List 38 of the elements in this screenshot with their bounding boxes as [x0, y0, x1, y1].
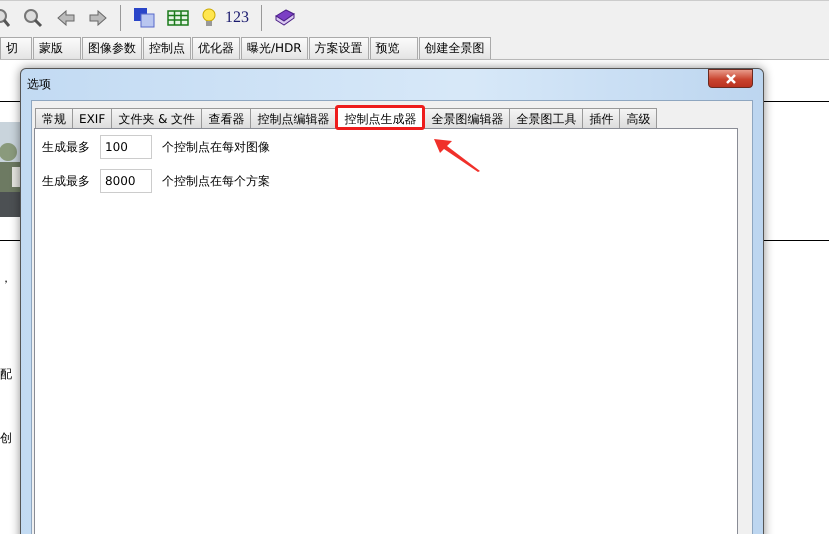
tab[interactable]: 查看器 — [201, 108, 252, 128]
field-label: 生成最多 — [42, 172, 91, 190]
help-book-icon[interactable] — [274, 8, 296, 28]
field-label: 个控制点在每对图像 — [162, 138, 270, 156]
tab[interactable]: 高级 — [619, 108, 658, 128]
text-fragment: 创 — [0, 430, 12, 447]
input-field[interactable]: 8000 — [100, 169, 152, 193]
tab[interactable]: 创建全景图 — [418, 37, 491, 59]
field-label: 生成最多 — [42, 138, 91, 156]
tab[interactable]: 控制点编辑器 — [250, 108, 336, 128]
tab[interactable]: 全景图编辑器 — [424, 108, 510, 128]
annotation-arrow — [432, 137, 482, 173]
field-label: 个控制点在每个方案 — [162, 172, 270, 190]
tab[interactable]: 常规 — [35, 108, 73, 128]
tab[interactable]: 文件夹 & 文件 — [111, 108, 202, 128]
text-fragment: ， — [0, 270, 12, 287]
tab[interactable]: 预览 — [370, 37, 418, 59]
tab[interactable]: 控制点生成器 — [335, 105, 426, 130]
tab[interactable]: 曝光/HDR — [241, 37, 308, 59]
tab[interactable]: EXIF — [72, 108, 112, 128]
counter-button[interactable]: 123 — [225, 9, 249, 27]
tab[interactable]: 方案设置 — [308, 37, 369, 59]
table-icon[interactable] — [167, 10, 189, 26]
tab[interactable]: 插件 — [582, 108, 620, 128]
tab[interactable]: 图像参数 — [82, 37, 142, 59]
tab[interactable]: 控制点 — [143, 37, 191, 59]
tab[interactable]: 切 — [0, 37, 32, 59]
right-arrow-icon[interactable] — [88, 9, 108, 27]
input-field[interactable]: 100 — [100, 135, 152, 159]
tab[interactable]: 蒙版 — [33, 37, 81, 59]
close-icon — [724, 74, 736, 84]
text-fragment: 配 — [0, 366, 12, 383]
close-button[interactable] — [708, 69, 753, 88]
left-arrow-icon[interactable] — [56, 9, 76, 27]
tab[interactable]: 全景图工具 — [509, 108, 584, 128]
tab[interactable]: 优化器 — [192, 37, 240, 59]
window-title: 选项 — [27, 76, 51, 93]
windows-icon[interactable] — [133, 7, 155, 29]
